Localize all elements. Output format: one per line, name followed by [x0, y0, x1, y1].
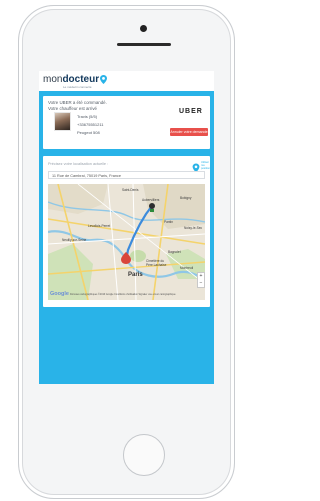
app-header: mondocteur Le médecin connecté [39, 71, 214, 91]
address-input[interactable]: 11 Rue de Cambrai, 75019 Paris, France [48, 171, 205, 179]
map-label-bobigny: Bobigny [180, 196, 192, 200]
map-canvas [48, 184, 205, 300]
driver-phone[interactable]: +33675551211 [77, 121, 104, 129]
zoom-control: + − [197, 272, 205, 288]
ride-status-line2: Votre chauffeur est arrivé [48, 105, 97, 111]
ride-card: Votre UBER a été commandé. Votre chauffe… [43, 96, 210, 149]
app-tagline: Le médecin connecté [63, 85, 92, 89]
map-label-bagnolet: Bagnolet [168, 250, 181, 254]
zoom-out-button[interactable]: − [198, 280, 204, 287]
map-label-noisy: Noisy-le-Sec [184, 226, 203, 230]
front-camera [140, 25, 147, 32]
map-label-pantin: Pantin [164, 220, 174, 224]
app-screen: mondocteur Le médecin connecté Votre UBE… [39, 71, 214, 384]
logo-prefix: mon [43, 74, 63, 85]
map-view[interactable]: Saint-Denis Aubervilliers Bobigny Pantin… [48, 184, 205, 300]
driver-info: Travis (5/5) +33675551211 Peugeot 508 [77, 113, 104, 137]
logo-brand: docteur [62, 74, 100, 85]
driver-name: Travis (5/5) [77, 114, 98, 119]
map-label-levallois: Levallois-Perret [88, 224, 111, 228]
use-location-button[interactable] [191, 160, 201, 173]
map-label-paris: Paris [128, 272, 143, 278]
map-attribution[interactable]: Données cartographiques ©2016 Google Con… [70, 293, 176, 296]
app-logo[interactable]: mondocteur [43, 74, 108, 85]
ride-status-line1: Votre UBER a été commandé. [48, 100, 107, 105]
driver-car: Peugeot 508 [77, 130, 100, 135]
cancel-request-button[interactable]: Annuler votre demande [170, 128, 208, 136]
ride-status: Votre UBER a été commandé. Votre chauffe… [48, 100, 107, 111]
map-label-neuilly: Neuilly-sur-Seine [62, 238, 87, 242]
driver-avatar [54, 112, 71, 131]
uber-logo: UBER [179, 108, 203, 115]
home-button[interactable] [123, 434, 165, 476]
map-label-cimetiere: Cimetière du Père Lachaise [146, 259, 167, 267]
google-logo: Google [50, 291, 69, 297]
map-label-saint-denis: Saint-Denis [122, 188, 139, 192]
location-card: Précisez votre localisation actuelle : U… [43, 156, 210, 307]
location-pin-icon [100, 75, 108, 84]
map-label-aubervilliers: Aubervilliers [142, 198, 160, 202]
car-marker-icon [149, 203, 155, 209]
zoom-in-button[interactable]: + [198, 273, 204, 280]
use-location-label[interactable]: Utiliser ma position [201, 161, 211, 170]
location-label: Précisez votre localisation actuelle : [48, 162, 109, 166]
earpiece-speaker [117, 43, 171, 46]
map-label-montreuil: Montreuil [180, 266, 194, 270]
